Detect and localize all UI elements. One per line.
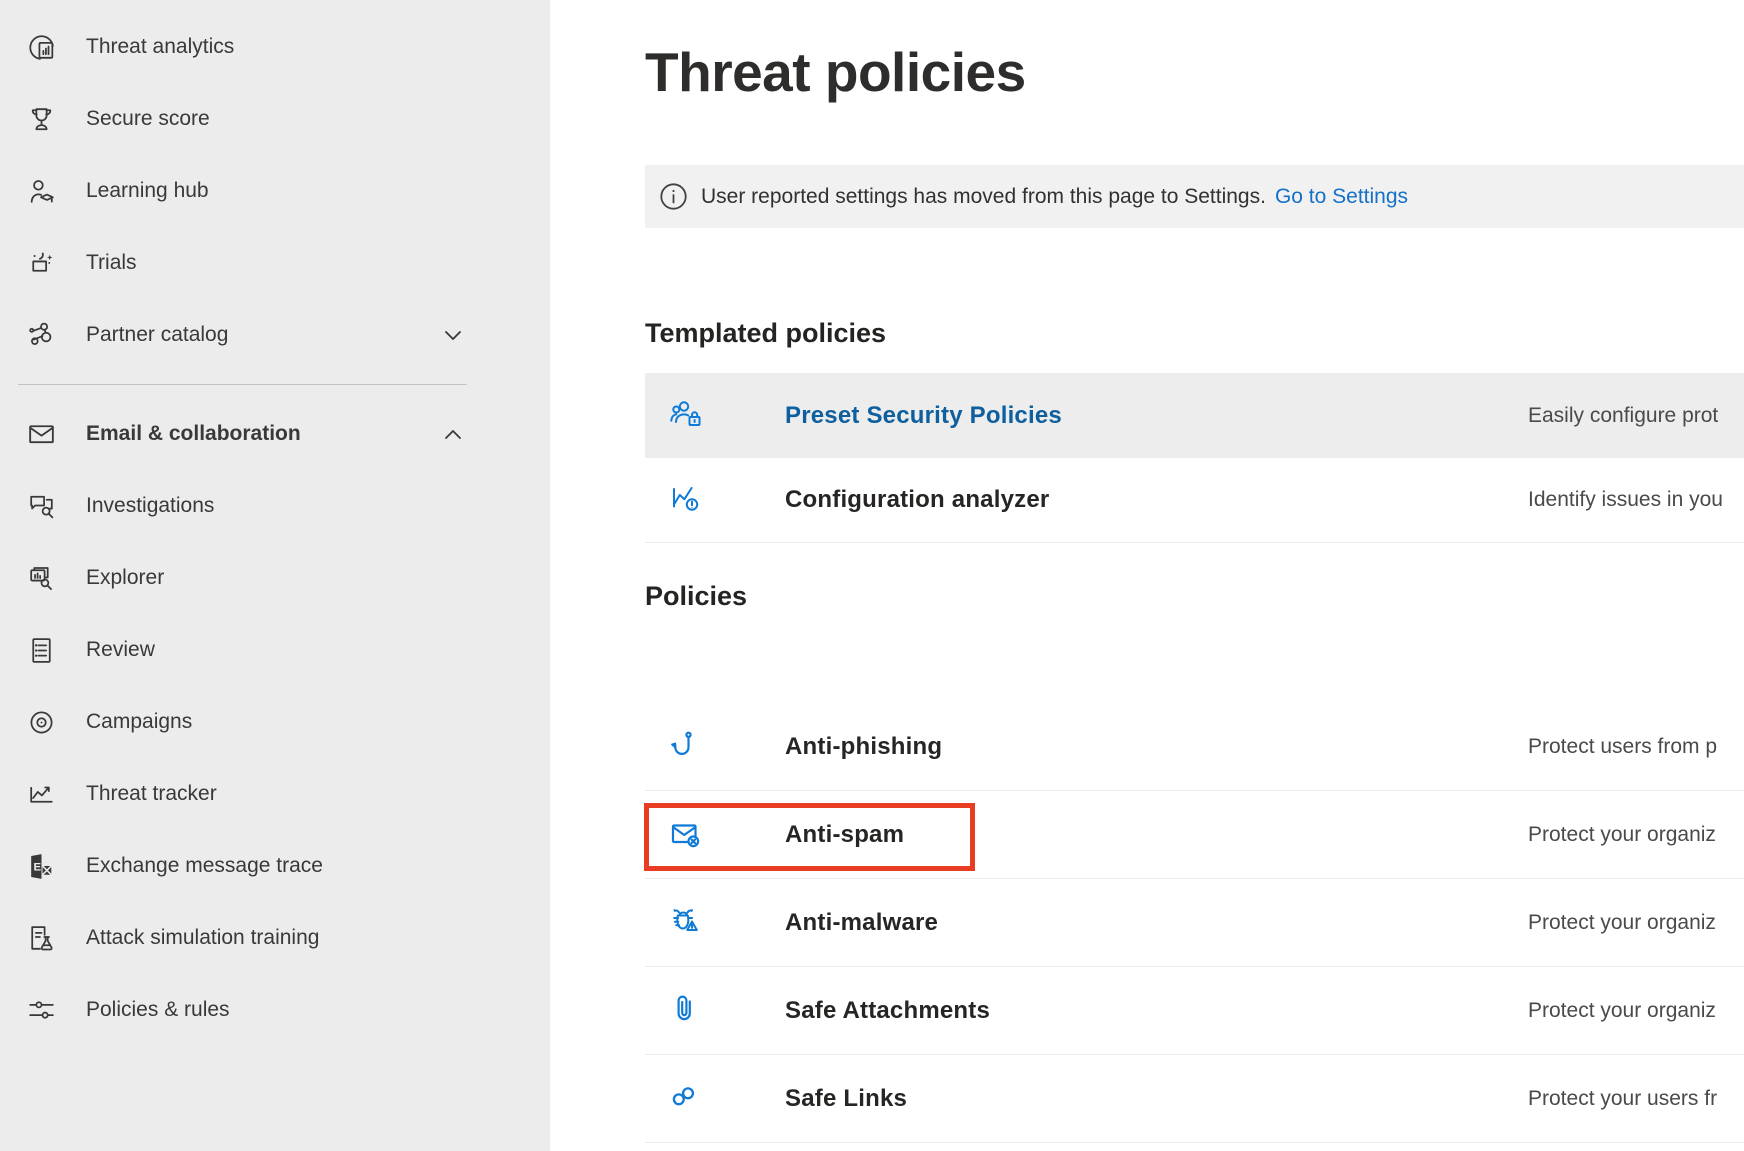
sidebar-item-label: Secure score xyxy=(86,107,210,131)
sidebar: Threat analytics Secure score Learning h… xyxy=(0,0,550,1151)
sidebar-item-label: Attack simulation training xyxy=(86,926,319,950)
anti-malware-icon xyxy=(667,903,707,943)
sidebar-item-label: Campaigns xyxy=(86,710,192,734)
sidebar-item-email-collaboration[interactable]: Email & collaboration xyxy=(0,398,550,470)
secure-score-icon xyxy=(25,103,58,136)
policy-row-description: Protect your organiz xyxy=(1528,823,1716,847)
preset-security-policies-icon xyxy=(667,396,707,436)
policy-sections: Templated policies Preset Security Polic… xyxy=(645,316,1744,1143)
policy-row-anti-spam[interactable]: Anti-spam Protect your organiz xyxy=(645,791,1744,879)
sidebar-item-threat-tracker[interactable]: Threat tracker xyxy=(0,758,550,830)
sidebar-item-label: Investigations xyxy=(86,494,214,518)
app-root: Threat analytics Secure score Learning h… xyxy=(0,0,1744,1151)
anti-spam-icon xyxy=(667,815,707,855)
sidebar-item-label: Email & collaboration xyxy=(86,422,301,446)
sidebar-item-label: Exchange message trace xyxy=(86,854,323,878)
policy-row-list: Preset Security Policies Easily configur… xyxy=(645,373,1744,543)
info-banner: User reported settings has moved from th… xyxy=(645,165,1744,228)
sidebar-item-label: Threat analytics xyxy=(86,35,234,59)
anti-phishing-icon xyxy=(667,727,707,767)
safe-attachments-icon xyxy=(667,991,707,1031)
campaigns-icon xyxy=(25,706,58,739)
exchange-message-trace-icon: E xyxy=(25,850,58,883)
policy-row-description: Protect your organiz xyxy=(1528,911,1716,935)
sidebar-item-label: Explorer xyxy=(86,566,164,590)
sidebar-item-label: Trials xyxy=(86,251,137,275)
sidebar-item-explorer[interactable]: Explorer xyxy=(0,542,550,614)
section-heading-templated-policies: Templated policies xyxy=(645,316,1744,350)
sidebar-item-exchange-message-trace[interactable]: E Exchange message trace xyxy=(0,830,550,902)
policy-section: Templated policies Preset Security Polic… xyxy=(645,316,1744,543)
policy-row-label: Safe Links xyxy=(785,1085,907,1113)
sidebar-item-review[interactable]: Review xyxy=(0,614,550,686)
info-icon xyxy=(658,181,689,212)
policy-row-label: Anti-phishing xyxy=(785,733,942,761)
policy-section: Policies Anti-phishing Protect users fro… xyxy=(645,579,1744,1143)
policy-row-label: Preset Security Policies xyxy=(785,402,1062,430)
sidebar-item-label: Learning hub xyxy=(86,179,209,203)
sidebar-item-label: Partner catalog xyxy=(86,323,228,347)
policies-rules-icon xyxy=(25,994,58,1027)
policy-row-label: Safe Attachments xyxy=(785,997,990,1025)
sidebar-item-list: Threat analytics Secure score Learning h… xyxy=(0,11,550,1046)
policy-row-description: Protect your organiz xyxy=(1528,999,1716,1023)
threat-analytics-icon xyxy=(25,31,58,64)
attack-simulation-training-icon xyxy=(25,922,58,955)
sidebar-item-trials[interactable]: Trials xyxy=(0,227,550,299)
sidebar-item-threat-analytics[interactable]: Threat analytics xyxy=(0,11,550,83)
partner-catalog-icon xyxy=(25,319,58,352)
page-title: Threat policies xyxy=(645,40,1744,104)
policy-row-safe-attachments[interactable]: Safe Attachments Protect your organiz xyxy=(645,967,1744,1055)
policy-row-anti-phishing[interactable]: Anti-phishing Protect users from p xyxy=(645,703,1744,791)
policy-row-safe-links[interactable]: Safe Links Protect your users fr xyxy=(645,1055,1744,1143)
policy-row-description: Protect users from p xyxy=(1528,735,1717,759)
policy-row-description: Identify issues in you xyxy=(1528,488,1723,512)
svg-text:E: E xyxy=(33,861,41,873)
sidebar-item-label: Threat tracker xyxy=(86,782,217,806)
policy-row-description: Protect your users fr xyxy=(1528,1087,1717,1111)
go-to-settings-link[interactable]: Go to Settings xyxy=(1275,185,1408,209)
sidebar-divider xyxy=(18,384,467,385)
explorer-icon xyxy=(25,562,58,595)
policy-row-description: Easily configure prot xyxy=(1528,404,1718,428)
configuration-analyzer-icon xyxy=(667,480,707,520)
sidebar-item-partner-catalog[interactable]: Partner catalog xyxy=(0,299,550,371)
policy-row-anti-malware[interactable]: Anti-malware Protect your organiz xyxy=(645,879,1744,967)
trials-icon xyxy=(25,247,58,280)
safe-links-icon xyxy=(667,1079,707,1119)
threat-tracker-icon xyxy=(25,778,58,811)
section-heading-policies: Policies xyxy=(645,579,1744,613)
learning-hub-icon xyxy=(25,175,58,208)
policy-row-configuration-analyzer[interactable]: Configuration analyzer Identify issues i… xyxy=(645,458,1744,543)
policy-row-preset-security-policies[interactable]: Preset Security Policies Easily configur… xyxy=(645,373,1744,458)
chevron-up-icon[interactable] xyxy=(441,422,465,446)
policy-row-label: Anti-spam xyxy=(785,821,904,849)
sidebar-item-label: Policies & rules xyxy=(86,998,230,1022)
sidebar-item-learning-hub[interactable]: Learning hub xyxy=(0,155,550,227)
chevron-down-icon[interactable] xyxy=(441,323,465,347)
sidebar-item-investigations[interactable]: Investigations xyxy=(0,470,550,542)
main-content: Threat policies User reported settings h… xyxy=(550,0,1744,1151)
policy-row-list: Anti-phishing Protect users from p Anti-… xyxy=(645,703,1744,1143)
email-collaboration-icon xyxy=(25,418,58,451)
sidebar-item-label: Review xyxy=(86,638,155,662)
policy-row-label: Anti-malware xyxy=(785,909,938,937)
investigations-icon xyxy=(25,490,58,523)
banner-text: User reported settings has moved from th… xyxy=(701,185,1266,209)
sidebar-item-secure-score[interactable]: Secure score xyxy=(0,83,550,155)
review-icon xyxy=(25,634,58,667)
sidebar-item-policies-rules[interactable]: Policies & rules xyxy=(0,974,550,1046)
policy-row-label: Configuration analyzer xyxy=(785,486,1049,514)
sidebar-item-campaigns[interactable]: Campaigns xyxy=(0,686,550,758)
sidebar-item-attack-simulation-training[interactable]: Attack simulation training xyxy=(0,902,550,974)
